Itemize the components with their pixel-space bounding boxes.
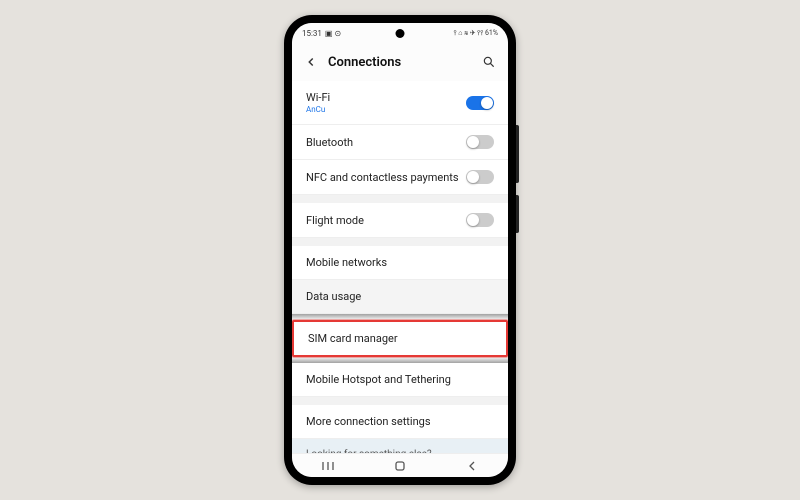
search-icon[interactable] (482, 55, 496, 69)
row-bluetooth[interactable]: Bluetooth (292, 125, 508, 160)
row-data-usage-title: Data usage (306, 290, 361, 303)
screen: 15:31 ▣ ⊙ ⫯ ⌂ ≋ ✈ ⫯⫯ 61% Connections Wi-… (292, 23, 508, 477)
row-nfc-title: NFC and contactless payments (306, 171, 459, 184)
row-sim-card-manager[interactable]: SIM card manager (292, 320, 508, 357)
status-time: 15:31 (302, 29, 322, 38)
wifi-toggle[interactable] (466, 96, 494, 110)
header: Connections (292, 43, 508, 81)
row-mobile-hotspot[interactable]: Mobile Hotspot and Tethering (292, 363, 508, 397)
row-nfc[interactable]: NFC and contactless payments (292, 160, 508, 195)
row-wifi-title: Wi-Fi (306, 91, 330, 104)
row-more-connection-settings[interactable]: More connection settings (292, 405, 508, 439)
row-bluetooth-title: Bluetooth (306, 136, 353, 149)
flight-mode-toggle[interactable] (466, 213, 494, 227)
row-wifi-sub: AnCu (306, 105, 330, 114)
footer-suggestions: Looking for something else? Samsung Clou… (292, 439, 508, 453)
status-left-icons: ▣ ⊙ (325, 29, 341, 38)
status-right-icons: ⫯ ⌂ ≋ ✈ ⫯⫯ 61% (453, 29, 498, 38)
row-hotspot-title: Mobile Hotspot and Tethering (306, 373, 451, 386)
section-gap (292, 397, 508, 405)
row-mobile-networks-title: Mobile networks (306, 256, 387, 269)
row-data-usage[interactable]: Data usage (292, 280, 508, 314)
power-button (516, 195, 519, 233)
page-title: Connections (328, 55, 472, 70)
section-gap (292, 195, 508, 203)
section-gap (292, 238, 508, 246)
row-mobile-networks[interactable]: Mobile networks (292, 246, 508, 280)
row-sim-title: SIM card manager (308, 332, 398, 345)
row-flight-mode[interactable]: Flight mode (292, 203, 508, 238)
home-button[interactable] (392, 460, 408, 472)
front-camera (396, 29, 405, 38)
row-wifi[interactable]: Wi-Fi AnCu (292, 81, 508, 125)
navigation-bar (292, 453, 508, 477)
nfc-toggle[interactable] (466, 170, 494, 184)
settings-list: Wi-Fi AnCu Bluetooth NFC and contactless… (292, 81, 508, 453)
row-more-title: More connection settings (306, 415, 431, 428)
phone-frame: 15:31 ▣ ⊙ ⫯ ⌂ ≋ ✈ ⫯⫯ 61% Connections Wi-… (284, 15, 516, 485)
row-flight-title: Flight mode (306, 214, 364, 227)
back-icon[interactable] (304, 55, 318, 69)
bluetooth-toggle[interactable] (466, 135, 494, 149)
back-button[interactable] (464, 460, 480, 472)
volume-button (516, 125, 519, 183)
recents-button[interactable] (320, 460, 336, 472)
